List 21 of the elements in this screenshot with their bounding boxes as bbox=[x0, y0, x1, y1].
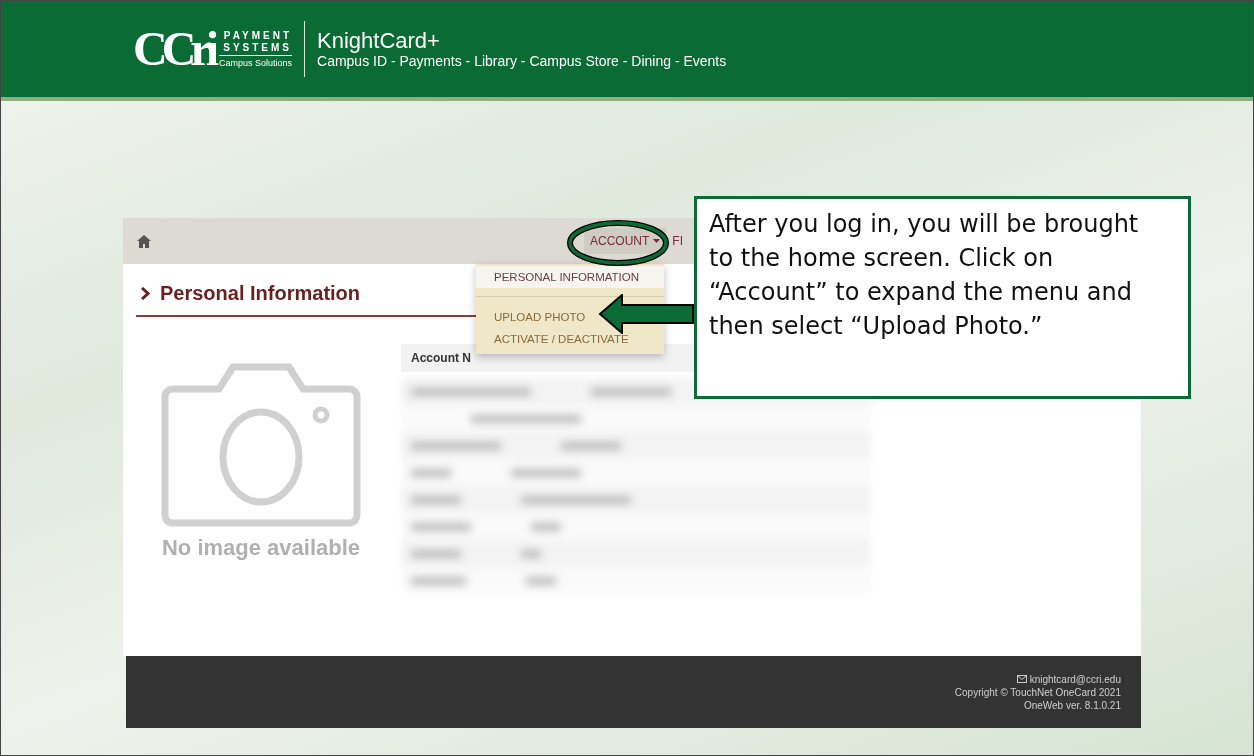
logo-text: SYSTEMS bbox=[223, 42, 292, 54]
logo-subtitle: Campus Solutions bbox=[218, 55, 292, 68]
mail-icon bbox=[1016, 675, 1027, 683]
footer-email: knightcard@ccri.edu bbox=[1016, 673, 1121, 685]
menu-item[interactable]: PERSONAL INFORMATION bbox=[476, 266, 664, 288]
section-title: Personal Information bbox=[160, 282, 361, 305]
site-title: KnightCard+ bbox=[317, 29, 441, 53]
caret-icon bbox=[653, 239, 661, 243]
nav-link[interactable]: FI bbox=[666, 228, 689, 254]
menu-item[interactable]: UPLOAD PHOTO bbox=[476, 306, 590, 328]
menu-item[interactable]: ACTIVATE / DEACTIVATE bbox=[476, 328, 633, 350]
logo-text: PAYMENT bbox=[223, 30, 292, 42]
chevron-icon bbox=[141, 287, 150, 300]
site-tagline: Campus ID - Payments - Library - Campus Store - Dining - Events bbox=[317, 53, 727, 69]
home-icon[interactable] bbox=[137, 234, 151, 248]
column-header: Account N bbox=[411, 351, 471, 365]
footer-copyright: Copyright © TouchNet OneCard 2021 bbox=[954, 686, 1121, 698]
no-image-text: No image available bbox=[161, 535, 361, 561]
callout-text: After you log in, you will be brought to the home screen. Click on “Account” to expand the menu and then select “Upload Photo.” bbox=[709, 209, 1140, 342]
footer-version: OneWeb ver. 8.1.0.21 bbox=[1023, 699, 1121, 711]
logo-mark: CCri bbox=[133, 25, 213, 73]
